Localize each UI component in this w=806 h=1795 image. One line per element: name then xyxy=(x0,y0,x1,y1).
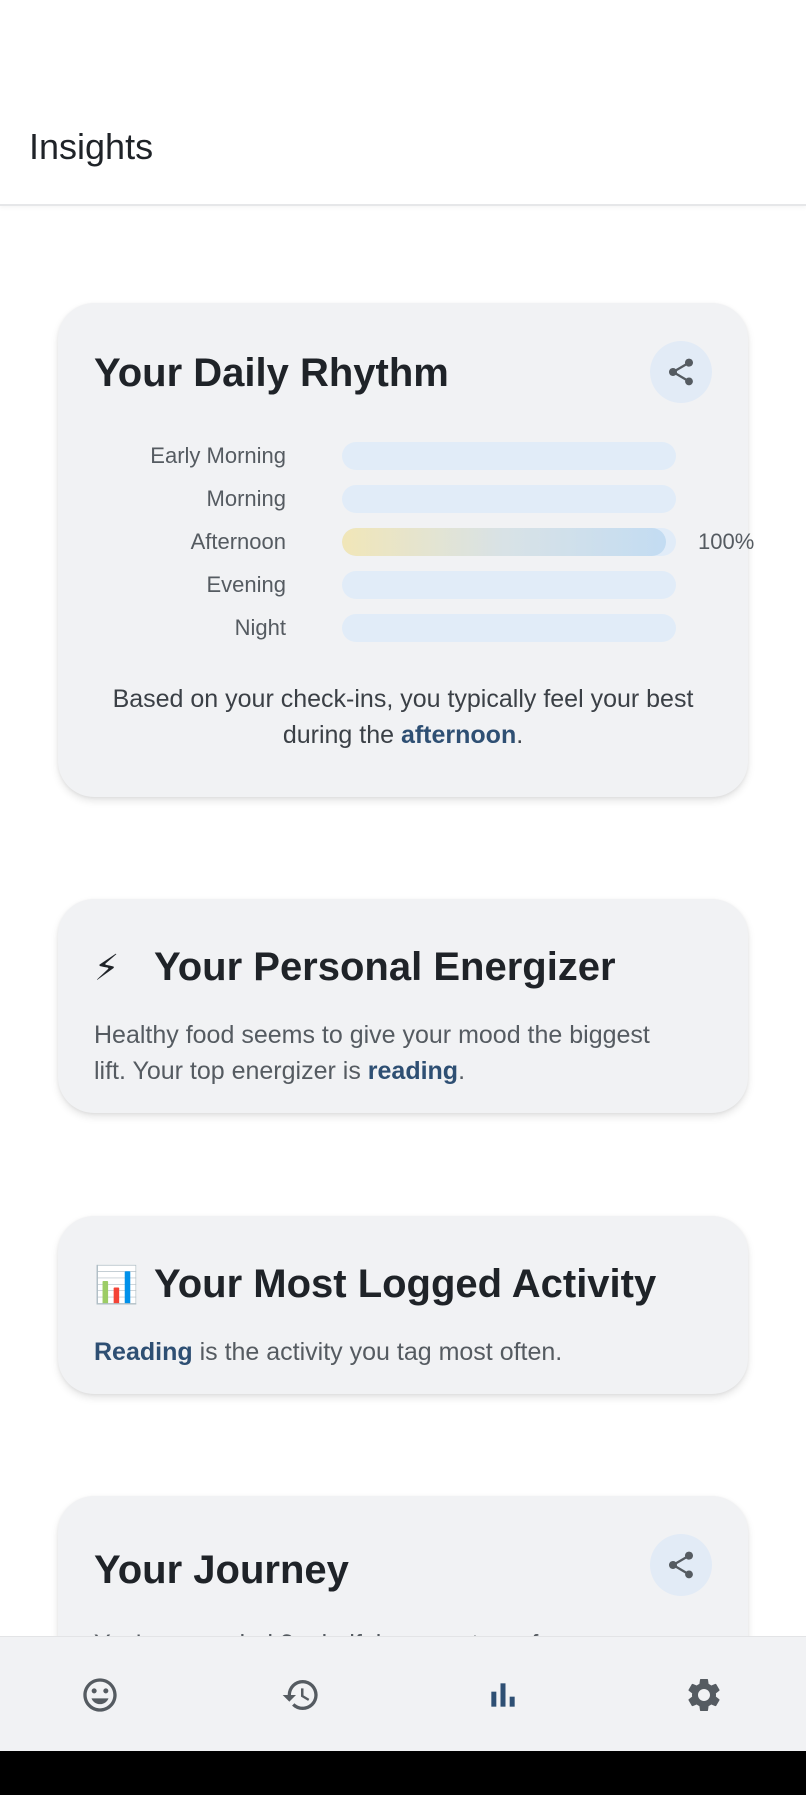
rhythm-row-percent: 100% xyxy=(698,529,755,554)
nav-mood[interactable] xyxy=(74,1669,126,1721)
mood-icon xyxy=(83,1678,117,1712)
rhythm-bar-fill xyxy=(342,528,666,556)
activity-body-text: is the activity you tag most often. xyxy=(192,1338,563,1366)
rhythm-row-early-morning: Early Morning xyxy=(94,435,714,478)
insights-icon xyxy=(491,1683,515,1707)
share-daily-rhythm-button[interactable] xyxy=(650,341,712,403)
lightning-icon: ⚡ xyxy=(94,946,120,988)
journey-title: Your Journey xyxy=(94,1548,349,1592)
energizer-body-suffix: . xyxy=(458,1057,466,1085)
daily-rhythm-card: Your Daily Rhythm Early Morning Morning … xyxy=(58,303,754,797)
rhythm-row-label: Early Morning xyxy=(150,443,286,468)
app-bar: Insights xyxy=(0,0,806,206)
rhythm-row-evening: Evening xyxy=(94,564,714,607)
rhythm-row-label: Night xyxy=(234,615,286,640)
activity-title: 📊 Your Most Logged Activity xyxy=(94,1262,656,1307)
most-logged-activity-card: 📊 Your Most Logged Activity Reading is t… xyxy=(58,1216,748,1394)
insights-scroll-area[interactable]: Your Daily Rhythm Early Morning Morning … xyxy=(0,208,806,1636)
rhythm-row-label: Morning xyxy=(206,486,286,511)
rhythm-row-night: Night xyxy=(94,607,714,650)
energizer-title: ⚡ Your Personal Energizer xyxy=(94,945,616,990)
daily-rhythm-title: Your Daily Rhythm xyxy=(94,351,449,395)
activity-highlight: Reading xyxy=(94,1338,193,1366)
energizer-highlight: reading xyxy=(367,1057,459,1085)
daily-rhythm-summary: Based on your check-ins, you typically f… xyxy=(108,681,698,753)
history-icon xyxy=(282,1680,318,1710)
rhythm-row-morning: Morning xyxy=(94,478,714,521)
journey-body: You've recorded 2 mindful moments so far… xyxy=(94,1626,688,1636)
rhythm-bar-track xyxy=(342,571,676,599)
personal-energizer-card: ⚡ Your Personal Energizer Healthy food s… xyxy=(58,899,748,1113)
nav-history[interactable] xyxy=(275,1669,327,1721)
rhythm-bar-track xyxy=(342,614,676,642)
summary-highlight: afternoon xyxy=(400,721,517,749)
activity-title-text: Your Most Logged Activity xyxy=(154,1262,657,1306)
rhythm-row-label: Afternoon xyxy=(190,529,286,554)
rhythm-row-afternoon: Afternoon 100% xyxy=(94,521,754,564)
energizer-body: Healthy food seems to give your mood the… xyxy=(94,1017,688,1089)
nav-insights[interactable] xyxy=(477,1669,529,1721)
journey-card: Your Journey You've recorded 2 mindful m… xyxy=(58,1496,748,1636)
rhythm-bar-track xyxy=(342,485,676,513)
nav-settings[interactable] xyxy=(678,1669,730,1721)
share-icon xyxy=(669,358,693,386)
page-title: Insights xyxy=(29,126,154,167)
share-icon xyxy=(669,1551,693,1579)
bottom-navigation xyxy=(0,1636,806,1751)
rhythm-bar-chart: Early Morning Morning Afternoon 100% Eve… xyxy=(94,435,754,650)
system-navigation-bar xyxy=(0,1751,806,1795)
rhythm-bar-track xyxy=(342,442,676,470)
rhythm-row-label: Evening xyxy=(206,572,286,597)
energizer-title-text: Your Personal Energizer xyxy=(154,945,616,989)
rhythm-bar-track xyxy=(342,528,676,556)
settings-icon xyxy=(688,1679,720,1711)
summary-suffix: . xyxy=(516,721,524,749)
bar-chart-icon: 📊 xyxy=(94,1263,139,1305)
share-journey-button[interactable] xyxy=(650,1534,712,1596)
activity-body: Reading is the activity you tag most oft… xyxy=(94,1334,688,1370)
